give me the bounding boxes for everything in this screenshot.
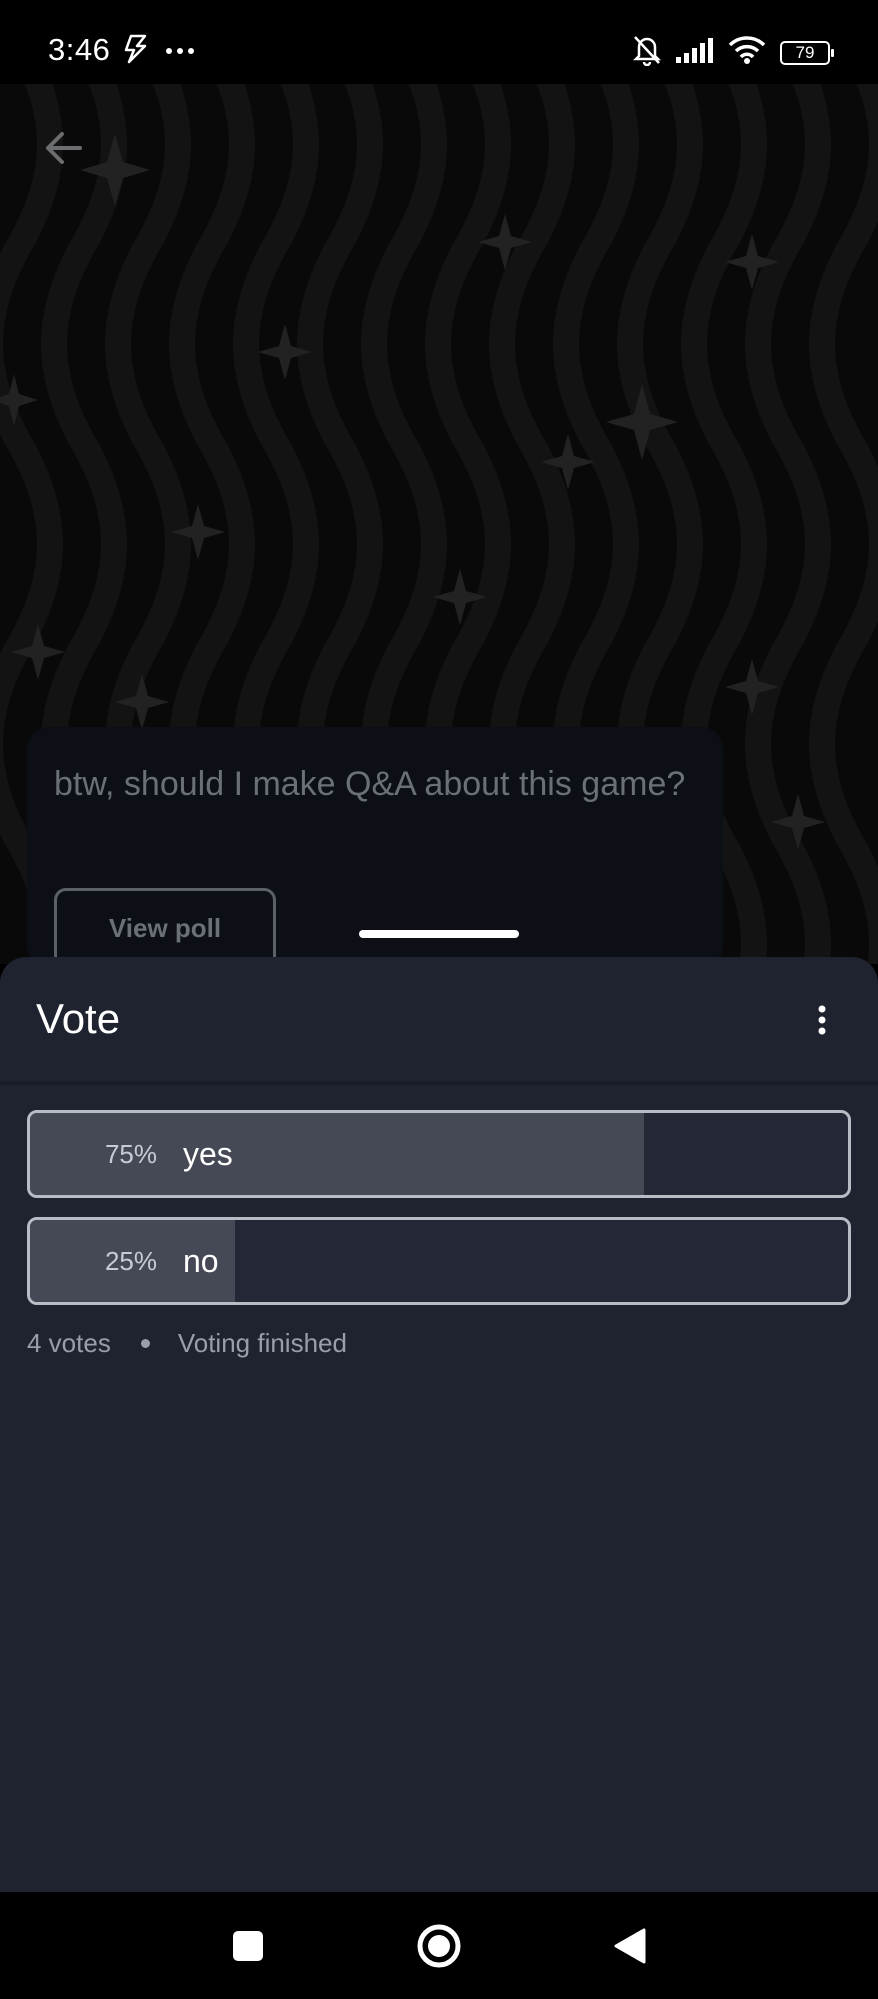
signal-icon [676,37,714,68]
more-dots-icon [165,43,195,61]
home-circle-icon[interactable] [411,1918,467,1974]
vote-count: 4 votes [27,1328,111,1358]
wifi-icon [728,36,766,69]
system-nav-bar [0,1892,878,1999]
vote-bottom-sheet: Vote 75% yes 25% no 4 votes Voting finis… [0,957,878,1892]
back-arrow-icon[interactable] [42,130,84,171]
poll-meta: 4 votes Voting finished [27,1328,347,1359]
poll-status: Voting finished [177,1328,347,1358]
back-triangle-icon[interactable] [602,1918,658,1974]
sheet-drag-handle[interactable] [359,930,519,938]
recents-square-icon[interactable] [220,1918,276,1974]
sheet-header: Vote [0,957,878,1085]
post-text: btw, should I make Q&A about this game? [54,765,686,803]
poll-option-yes[interactable]: 75% yes [27,1110,851,1198]
status-icons-left [121,34,195,69]
status-bar: 3:46 79 [0,0,878,84]
poll-option-label: yes [183,1136,233,1172]
view-poll-button[interactable]: View poll [54,888,276,968]
poll-option-no[interactable]: 25% no [27,1217,851,1305]
bell-off-icon [632,34,662,71]
poll-option-label: no [183,1243,219,1279]
poll-option-percent: 75% [104,1139,157,1169]
poll-option-percent: 25% [104,1246,157,1276]
flash-notification-icon [121,34,151,69]
more-options-icon[interactable] [812,1005,832,1035]
status-time: 3:46 [48,32,111,67]
sheet-title: Vote [36,995,121,1042]
separator-dot [140,1339,150,1348]
status-icons-right: 79 [632,34,834,71]
battery-indicator: 79 [780,40,834,65]
